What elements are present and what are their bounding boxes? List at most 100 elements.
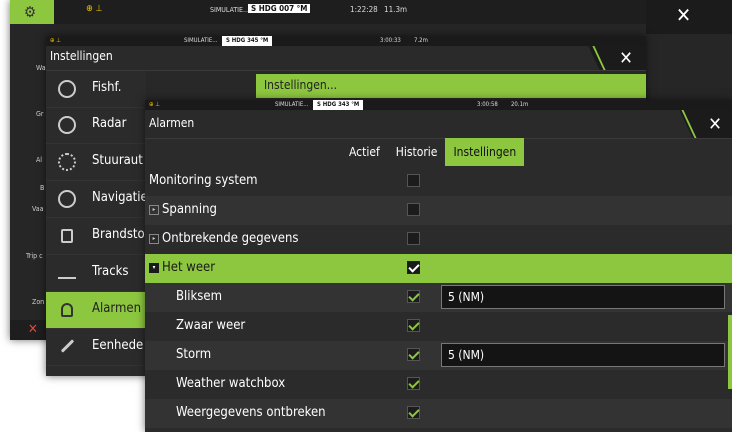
alarm-checkbox[interactable] — [407, 174, 420, 187]
alarm-label: Zwaar weer — [176, 318, 246, 333]
menu-item-label: Navigatie — [92, 190, 148, 205]
expand-icon[interactable]: ▸ — [149, 234, 159, 244]
fish-finder-icon — [58, 80, 76, 98]
alarm-label: Monitoring system — [149, 173, 258, 188]
back-status-label: SIMULATIE... — [210, 6, 250, 14]
menu-item-units[interactable]: Eenhede — [46, 329, 146, 366]
menu-item-label: Stuuraut — [92, 153, 143, 168]
steering-wheel-icon — [58, 153, 76, 171]
mid-status-bar: ⊕ ⊥ SIMULATIE... S HDG 345 °M 3:00:33 7.… — [46, 36, 646, 46]
alarm-checkbox[interactable] — [407, 319, 420, 332]
settings-menu: Fishf. Radar Stuuraut Navigatie Brandsto… — [46, 71, 148, 376]
menu-item-navigation[interactable]: Navigatie — [46, 181, 148, 218]
front-status-bar: ⊕ ⊥ SIMULATIE... S HDG 343 °M 3:00:58 20… — [145, 100, 732, 110]
menu-item-alarms[interactable]: Alarmen — [46, 292, 146, 329]
alarm-settings-list: Monitoring system ▸ Spanning ▸ Ontbreken… — [145, 167, 732, 432]
menu-item-fishfinder[interactable]: Fishf. — [46, 71, 146, 108]
menu-item-label: Fishf. — [92, 80, 122, 95]
compass-icon — [58, 190, 76, 208]
menu-item-fuel[interactable]: Brandsto — [46, 218, 146, 255]
mid-heading: S HDG 345 °M — [222, 36, 273, 46]
alarm-checkbox[interactable] — [407, 377, 420, 390]
alarms-close-button[interactable]: ✕ — [698, 110, 732, 138]
fragment-label: Wa — [36, 64, 46, 72]
fragment-label: B — [40, 184, 45, 192]
back-heading: S HDG 007 °M — [248, 4, 311, 13]
collapse-icon[interactable]: ▾ — [149, 263, 159, 273]
settings-panel-title: Instellingen... — [264, 78, 337, 92]
front-distance: 20.1m — [511, 101, 529, 108]
close-icon: ✕ — [676, 3, 692, 27]
alarm-checkbox[interactable] — [407, 290, 420, 303]
front-time: 3:00:58 — [477, 101, 498, 108]
expand-icon[interactable]: ▸ — [149, 205, 159, 215]
alarm-row-weergegevens-ontbreken[interactable]: Weergegevens ontbreken — [145, 399, 732, 428]
fragment-label: Zon — [32, 298, 45, 306]
tracks-icon — [58, 269, 76, 279]
close-icon: ✕ — [708, 113, 722, 135]
alarm-row-zwaar-weer[interactable]: Zwaar weer — [145, 312, 732, 341]
mid-distance: 7.2m — [414, 37, 428, 44]
back-fragments: Wa Gr Al B Vaa Trip c Zon — [10, 0, 46, 340]
alarm-label: Storm — [176, 347, 212, 362]
back-close-button[interactable]: ✕ — [646, 0, 732, 34]
menu-item-autopilot[interactable]: Stuuraut — [46, 144, 146, 181]
alarm-value-field[interactable]: 5 (NM) — [441, 285, 725, 309]
alarm-label: Het weer — [162, 260, 216, 275]
mid-status-label: SIMULATIE... — [184, 37, 218, 44]
alarm-checkbox[interactable] — [407, 232, 420, 245]
settings-panel-header: Instellingen... — [256, 74, 646, 98]
alarm-row-het-weer[interactable]: ▾ Het weer — [145, 254, 732, 283]
bell-icon — [61, 303, 73, 317]
back-time: 1:22:28 — [350, 5, 378, 14]
alarm-checkbox[interactable] — [407, 348, 420, 361]
settings-close-button[interactable]: ✕ — [606, 46, 646, 70]
alarm-row-weather-watchbox[interactable]: Weather watchbox — [145, 370, 732, 399]
fragment-label: Gr — [36, 110, 44, 118]
back-distance: 11.3m — [384, 5, 408, 14]
tab-instellingen[interactable]: Instellingen — [445, 138, 525, 166]
alarm-label: Ontbrekende gegevens — [162, 231, 299, 246]
alarm-value-field[interactable]: 5 (NM) — [441, 343, 725, 367]
alarm-tabs: Actief Historie Instellingen — [341, 138, 525, 166]
alarm-row-ontbrekende-gegevens[interactable]: ▸ Ontbrekende gegevens — [145, 225, 732, 254]
alarm-row-bliksem[interactable]: Bliksem 5 (NM) — [145, 283, 732, 312]
menu-item-label: Brandsto — [92, 227, 145, 242]
mid-gps-icon: ⊕ ⊥ — [50, 37, 61, 44]
radar-icon — [58, 116, 76, 134]
front-status-label: SIMULATIE... — [275, 101, 309, 108]
alarms-title-bar: Alarmen ✕ — [145, 110, 732, 139]
alarms-title: Alarmen — [149, 116, 195, 130]
menu-item-tracks[interactable]: Tracks — [46, 255, 146, 292]
fuel-pump-icon — [61, 229, 73, 243]
front-gps-icon: ⊕ ⊥ — [149, 101, 160, 108]
alarm-label: Spanning — [162, 202, 217, 217]
alarm-row-monitoring-system[interactable]: Monitoring system — [145, 167, 732, 196]
alarm-label: Bliksem — [176, 289, 222, 304]
fragment-label: Al — [36, 156, 43, 164]
front-heading: S HDG 343 °M — [313, 100, 364, 110]
close-icon: ✕ — [619, 47, 633, 69]
alarm-label: Weergegevens ontbreken — [176, 405, 326, 420]
menu-item-radar[interactable]: Radar — [46, 107, 146, 144]
settings-title-bar: Instellingen ✕ — [46, 46, 646, 71]
alarm-label: Weather watchbox — [176, 376, 286, 391]
tab-actief[interactable]: Actief — [341, 138, 388, 166]
alarm-row-storm[interactable]: Storm 5 (NM) — [145, 341, 732, 370]
settings-title: Instellingen — [50, 49, 113, 63]
scrollbar[interactable] — [728, 315, 732, 389]
pencil-icon — [60, 339, 75, 353]
alarm-row-spanning[interactable]: ▸ Spanning — [145, 196, 732, 225]
fragment-label: Vaa — [32, 205, 44, 213]
menu-item-label: Eenhede — [92, 338, 144, 353]
menu-item-label: Alarmen — [92, 301, 141, 316]
back-gps-icon: ⊕ ⊥ — [86, 4, 103, 14]
menu-item-label: Radar — [92, 116, 127, 131]
alarm-checkbox[interactable] — [407, 406, 420, 419]
fragment-label: Trip c — [26, 252, 43, 260]
menu-item-label: Tracks — [92, 264, 129, 279]
alarm-checkbox[interactable] — [407, 203, 420, 216]
alarm-checkbox[interactable] — [407, 261, 420, 274]
mid-time: 3:00:33 — [380, 37, 401, 44]
tab-historie[interactable]: Historie — [388, 138, 446, 166]
